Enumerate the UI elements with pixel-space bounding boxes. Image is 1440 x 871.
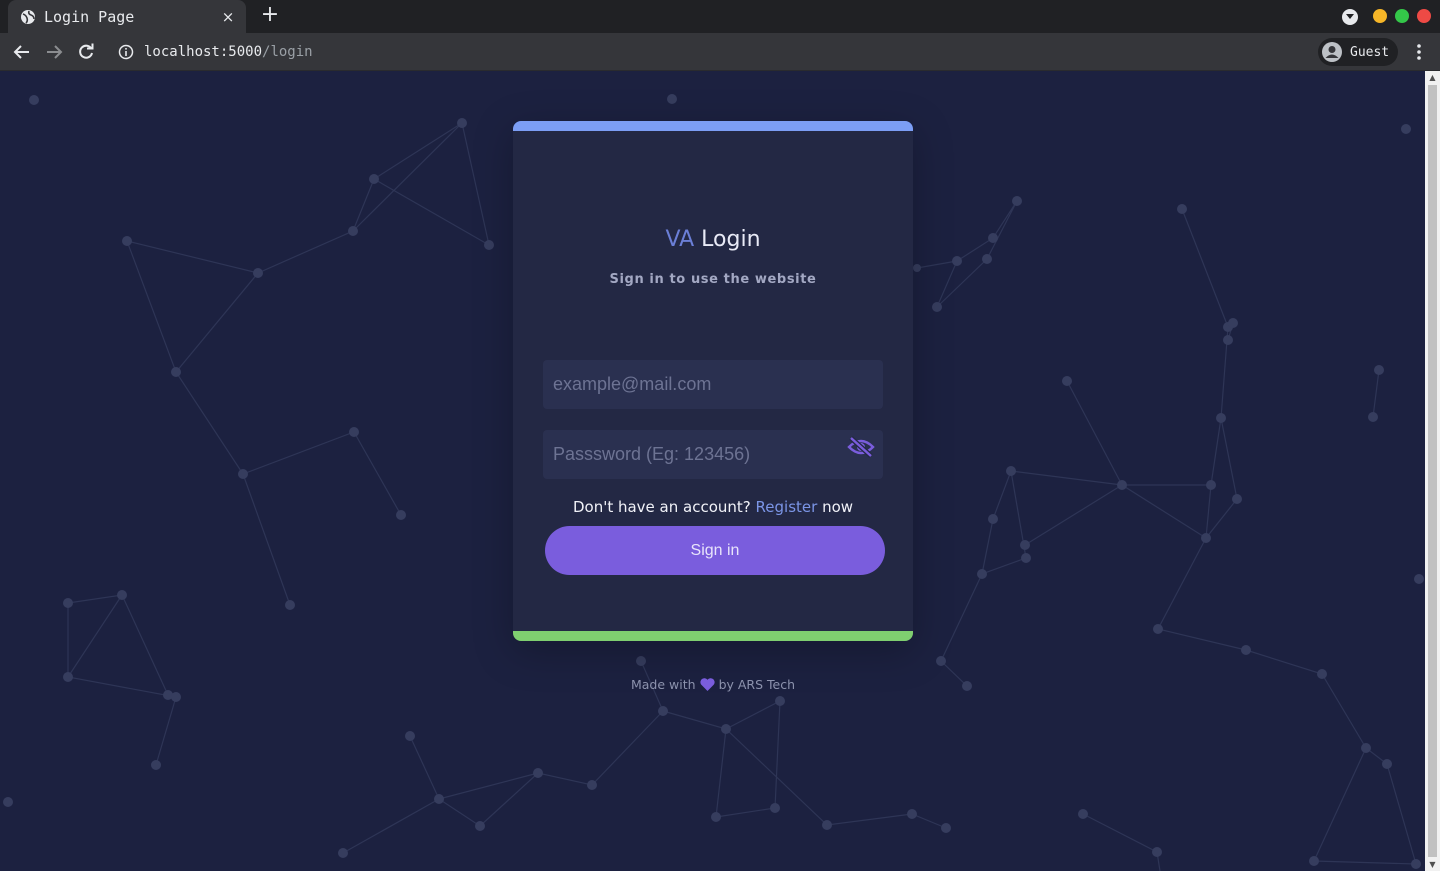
password-visibility-toggle[interactable] [846,435,876,459]
tab-title: Login Page [44,7,135,26]
login-card: VA Login Sign in to use the website Don'… [513,121,913,641]
page-footer: Made with by ARS Tech [513,677,913,692]
register-prefix: Don't have an account? [572,498,751,516]
tab-search-button[interactable] [1342,9,1358,25]
scrollbar-thumb[interactable] [1428,85,1437,857]
browser-toolbar: localhost:5000/login Guest [0,33,1440,71]
sign-in-button[interactable]: Sign in [545,526,885,575]
eye-off-icon [847,436,875,458]
page-scrollbar[interactable]: ▲ ▼ [1425,71,1440,871]
page-viewport: VA Login Sign in to use the website Don'… [0,71,1425,871]
title-label: Login [701,227,761,252]
heart-icon [699,678,715,691]
arrow-left-icon [13,45,29,59]
new-tab-button[interactable]: + [258,4,282,28]
scroll-up-arrow-icon[interactable]: ▲ [1428,73,1437,82]
tab-close-button[interactable]: × [220,8,236,26]
tab-login-page[interactable]: Login Page × [8,0,246,33]
tab-strip: Login Page × + [0,0,1440,33]
reload-icon [79,43,94,59]
address-bar[interactable]: localhost:5000/login [112,38,1302,66]
arrow-right-icon [47,45,63,59]
footer-prefix: Made with [630,677,696,692]
back-button[interactable] [12,42,32,62]
info-icon[interactable] [118,44,134,60]
card-bottom-accent [513,631,913,641]
url-path: /login [262,44,313,60]
footer-suffix: by ARS Tech [718,677,796,692]
account-circle-icon [1321,41,1343,63]
profile-button[interactable]: Guest [1318,38,1398,66]
card-top-accent [513,121,913,131]
register-link[interactable]: Register [756,498,818,516]
page-subtitle: Sign in to use the website [609,272,817,287]
page-title: VA Login [513,227,913,252]
globe-icon [20,9,36,25]
reload-button[interactable] [76,42,96,62]
url-host: localhost:5000 [144,44,263,60]
profile-label: Guest [1350,44,1390,60]
maximize-button[interactable] [1395,9,1409,23]
password-field[interactable] [543,430,883,479]
email-field[interactable] [543,360,883,409]
browser-menu-button[interactable] [1410,42,1428,62]
forward-button[interactable] [44,42,64,62]
brand-label: VA [665,227,695,252]
close-window-button[interactable] [1417,9,1431,23]
register-prompt: Don't have an account? Register now [513,498,913,516]
more-vert-icon [1417,44,1421,60]
register-suffix: now [822,498,854,516]
minimize-button[interactable] [1373,9,1387,23]
scroll-down-arrow-icon[interactable]: ▼ [1428,860,1437,869]
